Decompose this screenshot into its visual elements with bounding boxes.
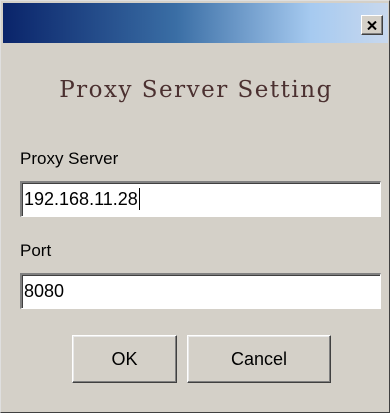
- close-x-icon: [367, 20, 377, 30]
- text-caret: [138, 188, 140, 211]
- port-value: 8080: [24, 281, 65, 301]
- dialog-heading: Proxy Server Setting: [59, 77, 333, 103]
- proxy-server-label: Proxy Server: [20, 149, 119, 168]
- port-input[interactable]: 8080: [20, 273, 381, 309]
- proxy-server-input[interactable]: 192.168.11.28: [20, 181, 381, 217]
- cancel-button-label: Cancel: [230, 348, 288, 369]
- cancel-button[interactable]: Cancel: [187, 335, 331, 383]
- title-bar[interactable]: [3, 3, 388, 43]
- close-button[interactable]: [361, 15, 383, 35]
- ok-button-label: OK: [111, 348, 138, 369]
- ok-button[interactable]: OK: [72, 335, 177, 383]
- proxy-server-value: 192.168.11.28: [24, 189, 138, 209]
- proxy-setting-dialog: Proxy Server Setting Proxy Server 192.16…: [0, 0, 390, 413]
- port-label: Port: [20, 241, 52, 260]
